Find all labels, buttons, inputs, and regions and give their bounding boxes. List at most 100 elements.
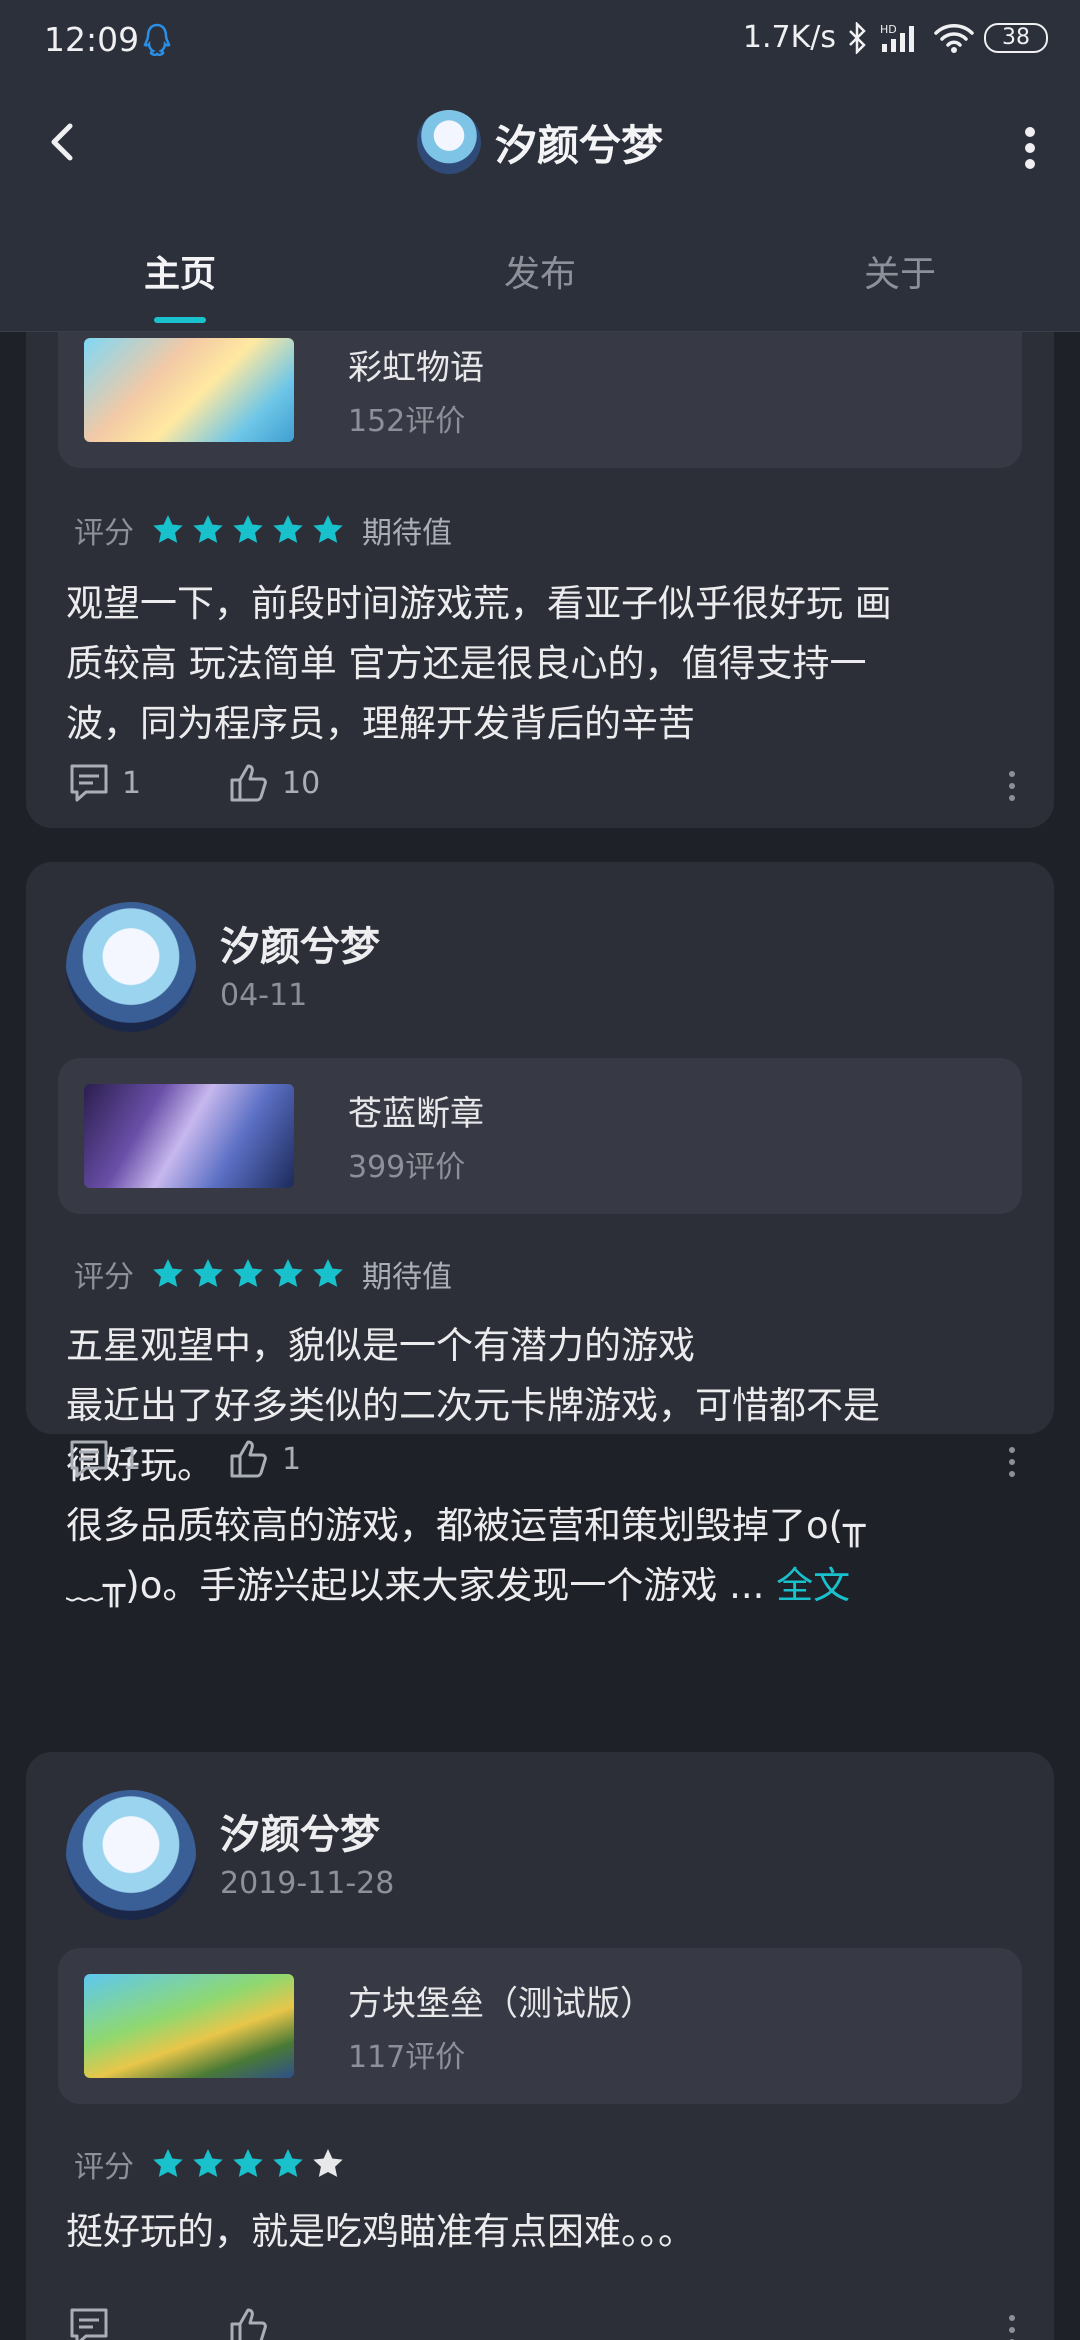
like-button[interactable]: 10 <box>226 760 320 806</box>
review-date: 04-11 <box>220 978 308 1013</box>
hd-label: HD <box>880 23 897 36</box>
like-button[interactable]: 1 <box>226 1436 301 1482</box>
thumbs-up-icon <box>230 1440 267 1478</box>
tab-about[interactable]: 关于 <box>720 218 1080 331</box>
comment-button[interactable]: 1 <box>66 1436 141 1482</box>
star-filled-icon <box>193 515 223 543</box>
game-thumbnail <box>84 1084 294 1188</box>
review-line: 波，同为程序员，理解开发背后的辛苦 <box>66 702 695 745</box>
star-rating <box>150 512 346 548</box>
tab-bar: 主页 发布 关于 <box>0 218 1080 332</box>
star-filled-icon <box>153 1259 183 1287</box>
app-header: 汐颜兮梦 <box>0 84 1080 218</box>
game-name: 苍蓝断章 <box>348 1094 484 1134</box>
star-filled-icon <box>153 2149 183 2177</box>
review-text: 挺好玩的，就是吃鸡瞄准有点困难。。。 <box>66 2202 1026 2262</box>
review-more-icon[interactable] <box>1004 766 1020 806</box>
comment-icon <box>70 1440 108 1478</box>
game-link[interactable]: 苍蓝断章 399评价 <box>58 1058 1022 1214</box>
review-line: 最近出了好多类似的二次元卡牌游戏，可惜都不是 <box>66 1384 880 1427</box>
user-avatar[interactable] <box>66 902 196 1032</box>
star-filled-icon <box>313 1259 343 1287</box>
review-line: 观望一下，前段时间游戏荒，看亚子似乎很好玩 画 <box>66 582 892 625</box>
game-review-count: 117评价 <box>348 2040 466 2075</box>
game-review-count: 399评价 <box>348 1150 466 1185</box>
review-date: 2019-11-28 <box>220 1866 395 1901</box>
review-line: 挺好玩的，就是吃鸡瞄准有点困难。。。 <box>66 2210 695 2253</box>
thumbs-up-icon <box>230 764 267 802</box>
rating-label: 评分 <box>74 2150 134 2185</box>
user-avatar[interactable] <box>66 1790 196 1920</box>
review-line-text: ﹏╥)o。手游兴起以来大家发现一个游戏 ... <box>66 1564 765 1607</box>
rating-row: 评分 期待值 <box>74 1252 452 1296</box>
star-filled-icon <box>153 515 183 543</box>
battery-indicator: 38 <box>984 22 1048 53</box>
like-count: 10 <box>282 765 321 801</box>
network-speed: 1.7K/s <box>742 20 836 55</box>
user-name[interactable]: 汐颜兮梦 <box>220 1802 380 1860</box>
review-feed[interactable]: 彩虹物语 152评价 评分 期待值 观望一下，前段时间游戏荒，看亚子似乎很好玩 … <box>0 332 1080 2340</box>
like-button[interactable] <box>226 2304 272 2340</box>
review-line: 五星观望中，貌似是一个有潜力的游戏 <box>66 1324 695 1367</box>
rating-text: 期待值 <box>362 1260 452 1295</box>
game-link[interactable]: 方块堡垒（测试版） 117评价 <box>58 1948 1022 2104</box>
thumbs-up-icon <box>230 2308 267 2340</box>
star-filled-icon <box>313 515 343 543</box>
page-title: 汐颜兮梦 <box>494 120 663 170</box>
review-more-icon[interactable] <box>1004 1442 1020 1482</box>
star-filled-icon <box>273 1259 303 1287</box>
star-filled-icon <box>193 2149 223 2177</box>
review-more-icon[interactable] <box>1004 2310 1020 2340</box>
review-card: 汐颜兮梦 2019-11-28 方块堡垒（测试版） 117评价 评分 挺好玩的，… <box>26 1752 1054 2340</box>
tab-posts[interactable]: 发布 <box>360 218 720 331</box>
game-thumbnail <box>84 338 294 442</box>
star-filled-icon <box>233 1259 263 1287</box>
comment-button[interactable]: 1 <box>66 760 141 806</box>
like-count: 1 <box>282 1441 302 1477</box>
status-bar: 12:09 1.7K/s HD 38 <box>0 0 1080 84</box>
game-name: 彩虹物语 <box>348 348 484 388</box>
qq-notification-icon <box>143 23 171 56</box>
star-filled-icon <box>233 2149 263 2177</box>
star-rating <box>150 1256 346 1292</box>
review-actions: 1 10 <box>66 760 1026 810</box>
star-filled-icon <box>193 1259 223 1287</box>
wifi-icon <box>934 23 974 53</box>
comment-count: 1 <box>122 765 142 801</box>
read-full-link[interactable]: 全文 <box>776 1564 850 1607</box>
comment-icon <box>70 2308 108 2340</box>
game-name: 方块堡垒（测试版） <box>348 1984 654 2024</box>
user-name[interactable]: 汐颜兮梦 <box>220 914 380 972</box>
review-text: 观望一下，前段时间游戏荒，看亚子似乎很好玩 画 质较高 玩法简单 官方还是很良心… <box>66 574 1026 754</box>
game-thumbnail <box>84 1974 294 2078</box>
review-line: ﹏╥)o。手游兴起以来大家发现一个游戏 ... 全文 <box>66 1556 1026 1616</box>
comment-count: 1 <box>122 1441 142 1477</box>
header-title-group: 汐颜兮梦 <box>0 110 1080 174</box>
review-actions <box>66 2304 1026 2340</box>
game-link[interactable]: 彩虹物语 152评价 <box>58 332 1022 468</box>
review-line: 质较高 玩法简单 官方还是很良心的，值得支持一 <box>66 642 867 685</box>
cellular-signal-icon: HD <box>880 23 914 52</box>
star-empty-icon <box>313 2149 343 2177</box>
rating-row: 评分 期待值 <box>74 508 452 552</box>
review-line: 很多品质较高的游戏，都被运营和策划毁掉了o(╥ <box>66 1504 866 1547</box>
status-indicators: 1.7K/s HD 38 <box>743 20 1048 55</box>
star-filled-icon <box>233 515 263 543</box>
more-options-icon[interactable] <box>1010 120 1050 176</box>
status-time: 12:09 <box>44 20 140 59</box>
rating-text: 期待值 <box>362 516 452 551</box>
rating-label: 评分 <box>74 1260 134 1295</box>
bluetooth-icon <box>849 21 866 54</box>
review-actions: 11 <box>66 1436 1026 1486</box>
star-filled-icon <box>273 515 303 543</box>
comment-button[interactable] <box>66 2304 112 2340</box>
comment-icon <box>70 764 108 802</box>
rating-row: 评分 <box>74 2142 350 2186</box>
star-filled-icon <box>273 2149 303 2177</box>
review-card: 彩虹物语 152评价 评分 期待值 观望一下，前段时间游戏荒，看亚子似乎很好玩 … <box>26 332 1054 828</box>
game-review-count: 152评价 <box>348 404 466 439</box>
rating-label: 评分 <box>74 516 134 551</box>
tab-home[interactable]: 主页 <box>0 218 360 331</box>
header-avatar <box>416 110 481 174</box>
star-rating <box>150 2146 346 2182</box>
